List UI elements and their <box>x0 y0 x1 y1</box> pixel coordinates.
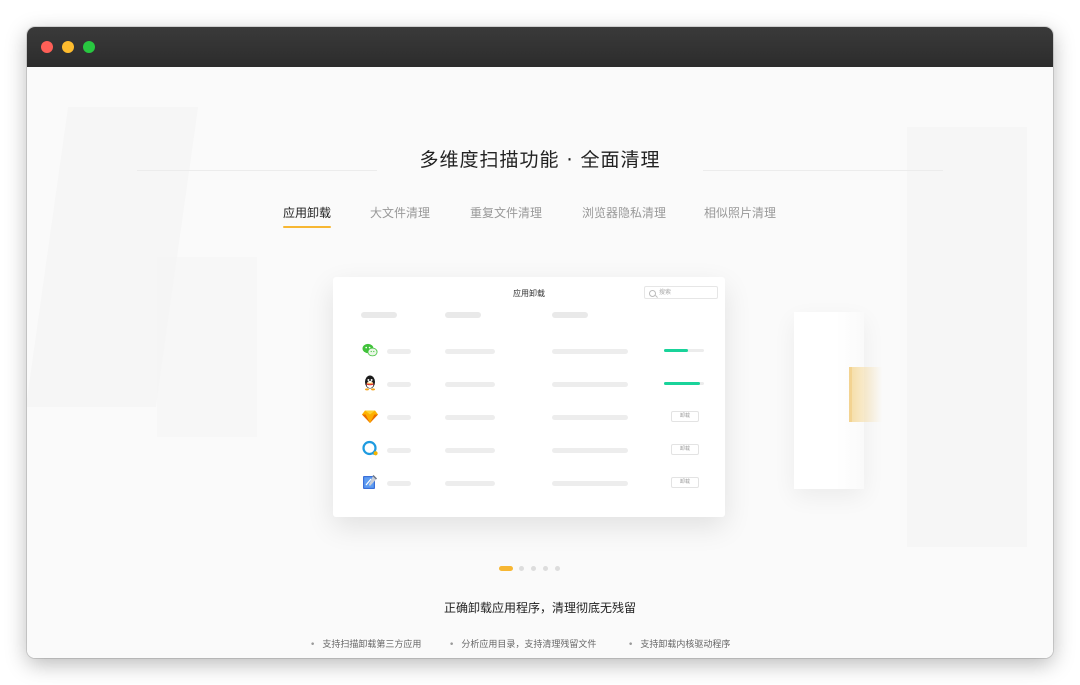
column-header-placeholder <box>552 312 588 318</box>
uninstall-progress <box>664 382 704 385</box>
feature-item: 支持卸载内核驱动程序 <box>628 637 730 650</box>
app-path-placeholder <box>552 448 628 453</box>
app-path-placeholder <box>552 415 628 420</box>
sketch-icon <box>362 410 378 423</box>
main-content: 多维度扫描功能 · 全面清理 应用卸载 大文件清理 重复文件清理 浏览器隐私清理… <box>27 67 1053 658</box>
wechat-icon <box>362 343 378 357</box>
close-window-button[interactable] <box>41 41 53 53</box>
preview-card: 应用卸载 搜索 卸载 卸载 卸载 <box>333 277 725 517</box>
tab-similar-photo-clean[interactable]: 相似照片清理 <box>704 204 776 221</box>
app-size-placeholder <box>445 481 495 486</box>
app-path-placeholder <box>552 382 628 387</box>
column-header-placeholder <box>445 312 481 318</box>
page-title: 多维度扫描功能 · 全面清理 <box>419 149 661 171</box>
carousel-dot[interactable] <box>531 566 536 571</box>
app-path-placeholder <box>552 349 628 354</box>
app-row[interactable] <box>333 372 725 396</box>
app-name-placeholder <box>387 448 411 453</box>
app-row[interactable] <box>333 339 725 363</box>
app-row[interactable]: 卸载 <box>333 438 725 462</box>
column-header-placeholder <box>361 312 397 318</box>
tab-browser-privacy-clean[interactable]: 浏览器隐私清理 <box>582 204 666 221</box>
app-name-placeholder <box>387 349 411 354</box>
background-decoration <box>157 257 257 437</box>
search-input[interactable]: 搜索 <box>644 286 718 299</box>
feature-list: 支持扫描卸载第三方应用 分析应用目录，支持清理残留文件 支持卸载内核驱动程序 <box>27 637 1053 653</box>
title-bar <box>27 27 1053 67</box>
uninstall-progress <box>664 349 704 352</box>
app-row[interactable]: 卸载 <box>333 405 725 429</box>
uninstall-button[interactable]: 卸载 <box>671 411 699 422</box>
app-size-placeholder <box>445 415 495 420</box>
tab-duplicate-file-clean[interactable]: 重复文件清理 <box>470 204 542 221</box>
qq-icon <box>365 375 375 391</box>
minimize-window-button[interactable] <box>62 41 74 53</box>
carousel-dot[interactable] <box>499 566 513 571</box>
app-name-placeholder <box>387 415 411 420</box>
xcode-icon <box>363 475 377 489</box>
title-divider <box>703 170 943 171</box>
background-decoration <box>907 127 1027 547</box>
carousel-dot[interactable] <box>555 566 560 571</box>
uninstall-button[interactable]: 卸载 <box>671 444 699 455</box>
app-path-placeholder <box>552 481 628 486</box>
carousel-dot[interactable] <box>543 566 548 571</box>
chat-bubble-icon <box>362 440 378 456</box>
app-name-placeholder <box>387 481 411 486</box>
carousel-dot[interactable] <box>519 566 524 571</box>
app-size-placeholder <box>445 382 495 387</box>
app-name-placeholder <box>387 382 411 387</box>
progress-fill <box>664 349 688 352</box>
tab-large-file-clean[interactable]: 大文件清理 <box>370 204 430 221</box>
search-icon <box>649 290 656 297</box>
app-size-placeholder <box>445 349 495 354</box>
search-placeholder: 搜索 <box>659 289 672 296</box>
uninstall-button[interactable]: 卸载 <box>671 477 699 488</box>
app-size-placeholder <box>445 448 495 453</box>
app-window: 多维度扫描功能 · 全面清理 应用卸载 大文件清理 重复文件清理 浏览器隐私清理… <box>27 27 1053 658</box>
zoom-window-button[interactable] <box>83 41 95 53</box>
app-row[interactable]: 卸载 <box>333 471 725 495</box>
folder-decoration <box>849 367 882 422</box>
feature-tabs: 应用卸载 大文件清理 重复文件清理 浏览器隐私清理 相似照片清理 <box>27 204 1053 236</box>
feature-subtitle: 正确卸载应用程序，清理彻底无残留 <box>443 601 636 615</box>
feature-item: 支持扫描卸载第三方应用 <box>310 637 421 650</box>
progress-fill <box>664 382 700 385</box>
title-divider <box>137 170 377 171</box>
feature-item: 分析应用目录，支持清理残留文件 <box>449 637 596 650</box>
next-slide-preview[interactable] <box>794 312 882 489</box>
tab-app-uninstall[interactable]: 应用卸载 <box>283 204 332 228</box>
